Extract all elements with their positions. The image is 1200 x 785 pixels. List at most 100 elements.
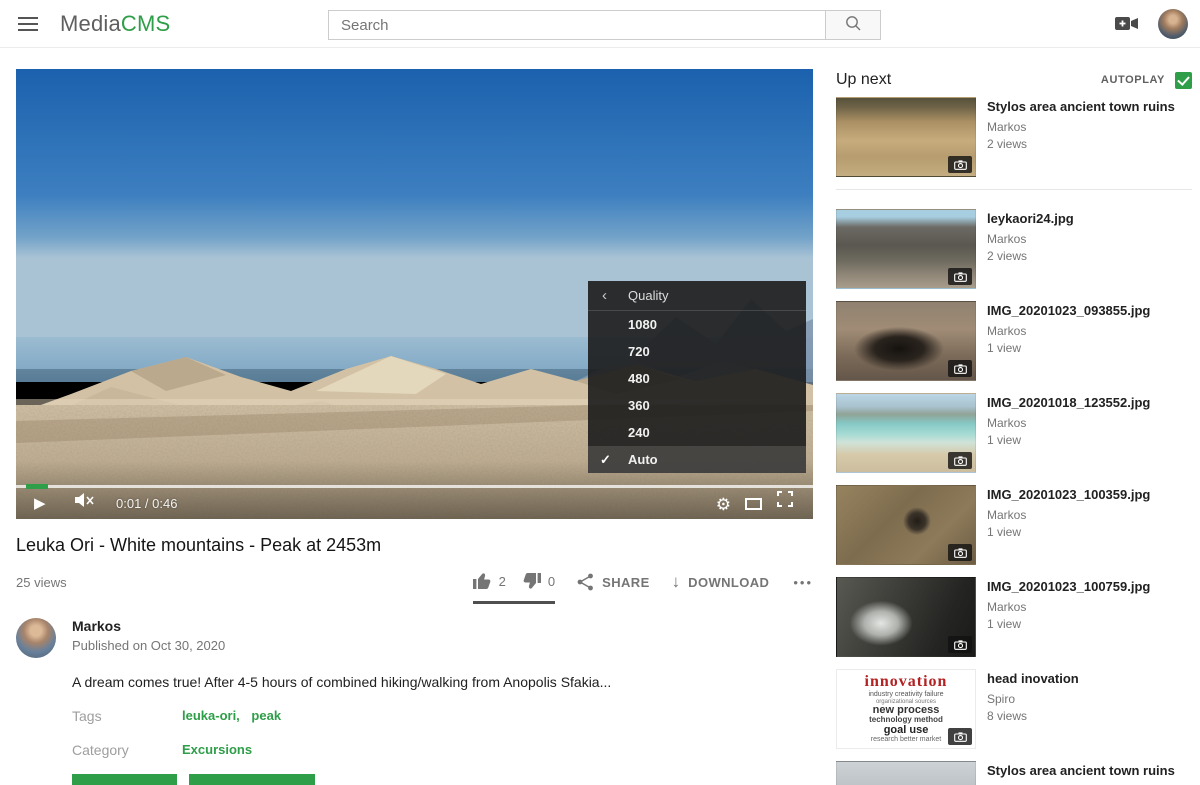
author-avatar[interactable]: [16, 618, 56, 658]
quality-option-480[interactable]: 480: [588, 365, 806, 392]
quality-option-label: 720: [628, 344, 650, 359]
media-thumbnail[interactable]: [836, 485, 976, 565]
video-description: A dream comes true! After 4-5 hours of c…: [72, 674, 813, 690]
quality-option-1080[interactable]: 1080: [588, 311, 806, 338]
list-item[interactable]: IMG_20201023_100759.jpg Markos 1 view: [836, 577, 1192, 657]
quality-option-label: Auto: [628, 452, 658, 467]
camera-icon: [954, 456, 967, 466]
tags-label: Tags: [72, 708, 182, 724]
media-thumbnail-wordcloud[interactable]: innovation industry creativity failure o…: [836, 669, 976, 749]
quality-option-720[interactable]: 720: [588, 338, 806, 365]
share-label: SHARE: [602, 575, 650, 590]
media-thumbnail[interactable]: [836, 761, 976, 785]
category-link[interactable]: Excursions: [182, 742, 252, 757]
thumbs-down-icon: [522, 572, 541, 590]
list-item[interactable]: IMG_20201023_093855.jpg Markos 1 view: [836, 301, 1192, 381]
media-title[interactable]: IMG_20201018_123552.jpg: [987, 395, 1150, 411]
quality-option-360[interactable]: 360: [588, 392, 806, 419]
video-player[interactable]: ‹ Quality 1080 720 480 360 240 ✓ Auto ▶: [16, 69, 813, 519]
list-item[interactable]: Stylos area ancient town ruins: [836, 761, 1192, 785]
video-title: Leuka Ori - White mountains - Peak at 24…: [16, 535, 813, 556]
quality-option-label: 1080: [628, 317, 657, 332]
media-author: Markos: [987, 600, 1150, 614]
share-icon: [577, 573, 594, 591]
fullscreen-icon: [777, 491, 793, 507]
media-title[interactable]: IMG_20201023_100359.jpg: [987, 487, 1150, 503]
image-badge: [948, 360, 972, 377]
delete-media-button[interactable]: DELETE MEDIA: [189, 774, 315, 785]
owner-actions: EDIT MEDIA DELETE MEDIA: [72, 774, 813, 785]
action-buttons: 2 0 SHARE ↓ DOWNLOAD •••: [473, 572, 813, 592]
mute-button[interactable]: [74, 492, 96, 513]
time-display: 0:01 / 0:46: [116, 496, 177, 511]
play-icon: ▶: [34, 495, 46, 512]
like-button[interactable]: [473, 572, 492, 590]
quality-option-240[interactable]: 240: [588, 419, 806, 446]
quality-option-auto-selected[interactable]: ✓ Auto: [588, 446, 806, 473]
player-controls: ▶ 0:01 / 0:46 ⚙: [16, 488, 813, 519]
media-author: Markos: [987, 508, 1150, 522]
media-thumbnail[interactable]: [836, 301, 976, 381]
wordcloud-text: goal use: [884, 725, 929, 737]
media-title[interactable]: head inovation: [987, 671, 1079, 687]
media-author: Markos: [987, 416, 1150, 430]
list-item[interactable]: IMG_20201018_123552.jpg Markos 1 view: [836, 393, 1192, 473]
mediacms-page: MediaCMS: [0, 0, 1200, 785]
image-badge: [948, 156, 972, 173]
camera-icon: [954, 272, 967, 282]
wordcloud-text: research better market: [871, 736, 941, 743]
logo[interactable]: MediaCMS: [60, 11, 170, 37]
meta-row: 25 views 2 0 SHARE ↓: [16, 568, 813, 596]
back-chevron-icon: ‹: [602, 281, 607, 311]
settings-button[interactable]: ⚙: [716, 495, 731, 515]
media-title[interactable]: leykaori24.jpg: [987, 211, 1074, 227]
media-title[interactable]: Stylos area ancient town ruins: [987, 99, 1175, 115]
more-options-button[interactable]: •••: [793, 575, 813, 590]
upload-media-icon[interactable]: [1115, 15, 1139, 32]
media-title[interactable]: Stylos area ancient town ruins: [987, 763, 1175, 779]
menu-icon[interactable]: [18, 17, 38, 31]
download-button[interactable]: ↓ DOWNLOAD: [672, 575, 770, 590]
wordcloud-text: industry creativity failure: [868, 691, 943, 698]
camera-icon: [954, 548, 967, 558]
camera-icon: [954, 732, 967, 742]
media-thumbnail[interactable]: [836, 97, 976, 177]
media-thumbnail[interactable]: [836, 577, 976, 657]
list-item[interactable]: leykaori24.jpg Markos 2 views: [836, 209, 1192, 289]
more-icon: •••: [793, 575, 813, 590]
media-title[interactable]: IMG_20201023_093855.jpg: [987, 303, 1150, 319]
play-button[interactable]: ▶: [34, 493, 46, 515]
image-badge: [948, 636, 972, 653]
media-author: Markos: [987, 232, 1074, 246]
download-label: DOWNLOAD: [688, 575, 769, 590]
camera-icon: [954, 640, 967, 650]
theater-mode-button[interactable]: [745, 498, 762, 510]
list-item[interactable]: Stylos area ancient town ruins Markos 2 …: [836, 97, 1192, 177]
dislike-button[interactable]: [522, 572, 541, 590]
media-views: 1 view: [987, 433, 1150, 447]
author-row: Markos Published on Oct 30, 2020: [16, 618, 813, 658]
author-name[interactable]: Markos: [72, 618, 225, 634]
search-button[interactable]: [825, 10, 881, 40]
media-thumbnail[interactable]: [836, 209, 976, 289]
list-item[interactable]: IMG_20201023_100359.jpg Markos 1 view: [836, 485, 1192, 565]
media-author: Spiro: [987, 692, 1079, 706]
tag-link-peak[interactable]: peak: [251, 708, 281, 723]
media-views: 1 view: [987, 341, 1150, 355]
fullscreen-button[interactable]: [777, 491, 793, 512]
media-title[interactable]: IMG_20201023_100759.jpg: [987, 579, 1150, 595]
thumbs-up-icon: [473, 572, 492, 590]
media-thumbnail[interactable]: [836, 393, 976, 473]
share-button[interactable]: SHARE: [577, 573, 650, 591]
category-row: Category Excursions: [72, 742, 813, 758]
list-item[interactable]: innovation industry creativity failure o…: [836, 669, 1192, 749]
user-avatar[interactable]: [1158, 9, 1188, 39]
autoplay-checkbox[interactable]: [1175, 72, 1192, 89]
tag-link-leuka-ori[interactable]: leuka-ori,: [182, 708, 240, 723]
quality-menu-title: Quality: [628, 281, 668, 311]
check-icon: ✓: [600, 446, 611, 473]
edit-media-button[interactable]: EDIT MEDIA: [72, 774, 177, 785]
autoplay-label: AUTOPLAY: [1101, 74, 1165, 86]
quality-menu-header[interactable]: ‹ Quality: [588, 281, 806, 311]
search-input[interactable]: [328, 10, 826, 40]
